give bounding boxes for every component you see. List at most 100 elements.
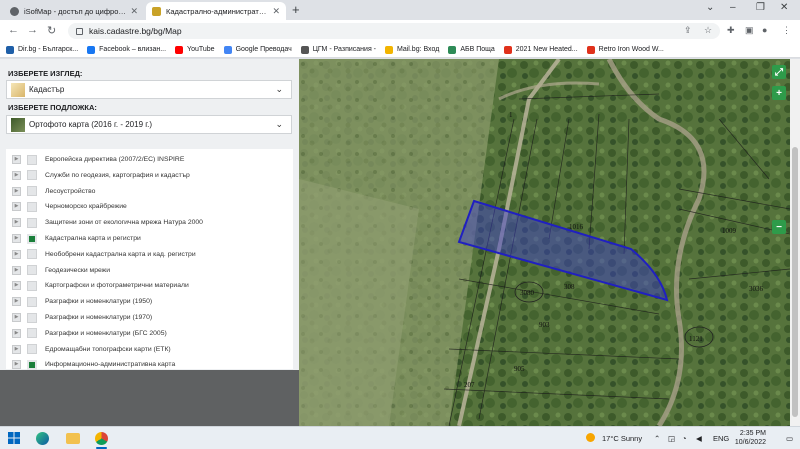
window-close-icon[interactable]: ✕ <box>780 2 788 13</box>
expand-arrow-icon[interactable]: ▶ <box>12 155 21 164</box>
bookmark-item[interactable]: Dir.bg - Българск... <box>6 45 78 54</box>
globe-icon <box>10 6 19 16</box>
scrollbar-thumb[interactable] <box>792 147 798 417</box>
expand-arrow-icon[interactable]: ▶ <box>12 186 21 196</box>
network-icon[interactable]: ◲ <box>668 434 675 443</box>
layer-checkbox[interactable] <box>27 201 37 212</box>
sidepanel-icon[interactable]: ▣ <box>745 25 754 36</box>
layer-item[interactable]: ▶ Разграфки и номенклатури (БГС 2005) <box>6 326 167 341</box>
expand-arrow-icon[interactable]: ▶ <box>12 249 21 259</box>
tab-kais[interactable]: Кадастрално-административна... ✕ <box>146 2 286 20</box>
bookmark-item[interactable]: 2021 New Heated... <box>503 45 578 54</box>
back-icon[interactable]: ← <box>8 24 19 36</box>
layer-label: Необобрени кадастрална карта и кад. реги… <box>45 250 196 258</box>
layer-item[interactable]: ▶ Черноморско крайбрежие <box>6 199 127 214</box>
chrome-icon[interactable] <box>95 432 108 445</box>
bookmark-item[interactable]: Facebook – влизан... <box>87 45 166 54</box>
layer-checkbox[interactable] <box>27 280 37 291</box>
layer-item[interactable]: ▶ Лесоустройство <box>6 184 95 199</box>
wifi-icon[interactable]: ◔ <box>682 434 687 443</box>
bookmark-item[interactable]: Google Преводач <box>223 45 292 54</box>
bookmarks-bar: Dir.bg - Българск... Facebook – влизан...… <box>0 42 800 58</box>
layer-item[interactable]: ▶ Едромащабни топографски карти (ЕТК) <box>6 342 171 357</box>
layer-label: Черноморско крайбрежие <box>45 203 127 211</box>
expand-arrow-icon[interactable]: ▶ <box>12 234 21 243</box>
clock[interactable]: 2:35 PM 10/6/2022 <box>735 429 766 447</box>
tray-overflow-icon[interactable]: ⌃ <box>654 434 660 443</box>
bookmark-label: АБВ Поща <box>460 46 495 53</box>
bookmark-item[interactable]: YouTube <box>175 45 215 54</box>
expand-arrow-icon[interactable]: ▶ <box>12 313 21 322</box>
expand-icon[interactable]: ⤢ <box>772 65 786 79</box>
address-bar[interactable]: kais.cadastre.bg/bg/Map <box>68 23 720 39</box>
layer-checkbox[interactable] <box>27 170 37 181</box>
expand-arrow-icon[interactable]: ▶ <box>12 170 21 180</box>
windows-start-icon[interactable] <box>8 432 20 444</box>
expand-arrow-icon[interactable]: ▶ <box>12 360 21 370</box>
parcel-label: 1 <box>509 111 513 119</box>
layer-checkbox[interactable] <box>27 186 37 197</box>
expand-arrow-icon[interactable]: ▶ <box>12 344 21 354</box>
menu-icon[interactable]: ⋮ <box>782 25 791 36</box>
expand-arrow-icon[interactable]: ▶ <box>12 281 21 291</box>
layer-checkbox[interactable] <box>27 328 37 339</box>
forward-icon[interactable]: → <box>27 24 38 36</box>
expand-arrow-icon[interactable]: ▶ <box>12 265 21 275</box>
expand-arrow-icon[interactable]: ▶ <box>12 218 21 228</box>
notifications-icon[interactable]: ▭ <box>786 434 793 443</box>
base-select[interactable]: Ортофото карта (2016 г. - 2019 г.) ⌄ <box>6 115 292 134</box>
profile-icon[interactable]: ● <box>762 25 767 35</box>
layer-item[interactable]: ▶ Разграфки и номенклатури (1950) <box>6 294 152 309</box>
close-icon[interactable]: ✕ <box>272 6 280 17</box>
expand-arrow-icon[interactable]: ▶ <box>12 328 21 338</box>
tab-search-icon[interactable]: ⌄ <box>706 2 714 13</box>
layer-checkbox[interactable] <box>27 359 37 370</box>
reload-icon[interactable]: ↻ <box>47 24 56 37</box>
layer-item[interactable]: ▶ Служби по геодезия, картография и кадас… <box>6 168 190 183</box>
minimize-icon[interactable]: – <box>730 2 736 13</box>
layer-checkbox[interactable] <box>27 217 37 228</box>
layer-checkbox[interactable] <box>27 265 37 276</box>
share-icon[interactable]: ⇪ <box>684 25 692 36</box>
volume-icon[interactable]: ◀ <box>696 434 702 443</box>
zoom-out-icon[interactable]: − <box>772 220 786 234</box>
expand-arrow-icon[interactable]: ▶ <box>12 202 21 212</box>
layer-checkbox[interactable] <box>27 312 37 323</box>
layer-item[interactable]: ▶ Разграфки и номенклатури (1970) <box>6 310 152 325</box>
bookmark-label: ЦГМ - Разписания - <box>312 46 377 53</box>
edge-icon[interactable] <box>36 432 49 445</box>
layer-checkbox[interactable] <box>27 154 37 165</box>
layer-item[interactable]: ▶ Необобрени кадастрална карта и кад. рег… <box>6 247 196 262</box>
tab-isofmap[interactable]: iSofMap - достъп до цифрови д... ✕ <box>4 2 144 20</box>
view-select[interactable]: Кадастър ⌄ <box>6 80 292 99</box>
map-view[interactable]: 3080 1121 1009 3036 903 905 207 1016 308… <box>299 59 790 426</box>
extensions-icon[interactable]: ✚ <box>727 25 735 36</box>
layer-label: Защитени зони от екологична мрежа Натура… <box>45 219 203 227</box>
tab-title: iSofMap - достъп до цифрови д... <box>24 6 127 16</box>
bookmark-item[interactable]: АБВ Поща <box>448 45 495 54</box>
layer-checkbox[interactable] <box>27 233 37 244</box>
close-icon[interactable]: ✕ <box>130 6 138 17</box>
language-indicator[interactable]: ENG <box>713 434 729 443</box>
layer-checkbox[interactable] <box>27 296 37 307</box>
parcel-label: 3080 <box>520 289 535 297</box>
bookmark-item[interactable]: ЦГМ - Разписания - <box>300 45 377 54</box>
bookmark-item[interactable]: Mail.bg: Вход <box>385 45 439 54</box>
bookmark-star-icon[interactable]: ☆ <box>704 25 712 36</box>
file-explorer-icon[interactable] <box>66 433 80 444</box>
expand-arrow-icon[interactable]: ▶ <box>12 297 21 307</box>
page-scrollbar[interactable] <box>790 59 800 426</box>
layer-item[interactable]: ▶ Защитени зони от екологична мрежа Натур… <box>6 215 203 230</box>
restore-icon[interactable]: ❐ <box>756 2 765 13</box>
zoom-in-icon[interactable]: + <box>772 86 786 100</box>
layer-item[interactable]: ▶ Кадастрална карта и регистри <box>6 231 141 246</box>
layer-item[interactable]: ▶ Европейска директива (2007/2/ЕС) INSPIR… <box>6 152 184 167</box>
layer-item[interactable]: ▶ Геодезически мрежи <box>6 263 110 278</box>
bookmark-item[interactable]: Retro Iron Wood W... <box>586 45 664 54</box>
layer-item[interactable]: ▶ Картографски и фотограметрични материал… <box>6 278 189 293</box>
new-tab-icon[interactable]: + <box>292 2 300 17</box>
layer-checkbox[interactable] <box>27 344 37 355</box>
parcel-label: 308 <box>564 283 575 291</box>
weather-text[interactable]: 17°C Sunny <box>602 434 642 443</box>
layer-checkbox[interactable] <box>27 249 37 260</box>
